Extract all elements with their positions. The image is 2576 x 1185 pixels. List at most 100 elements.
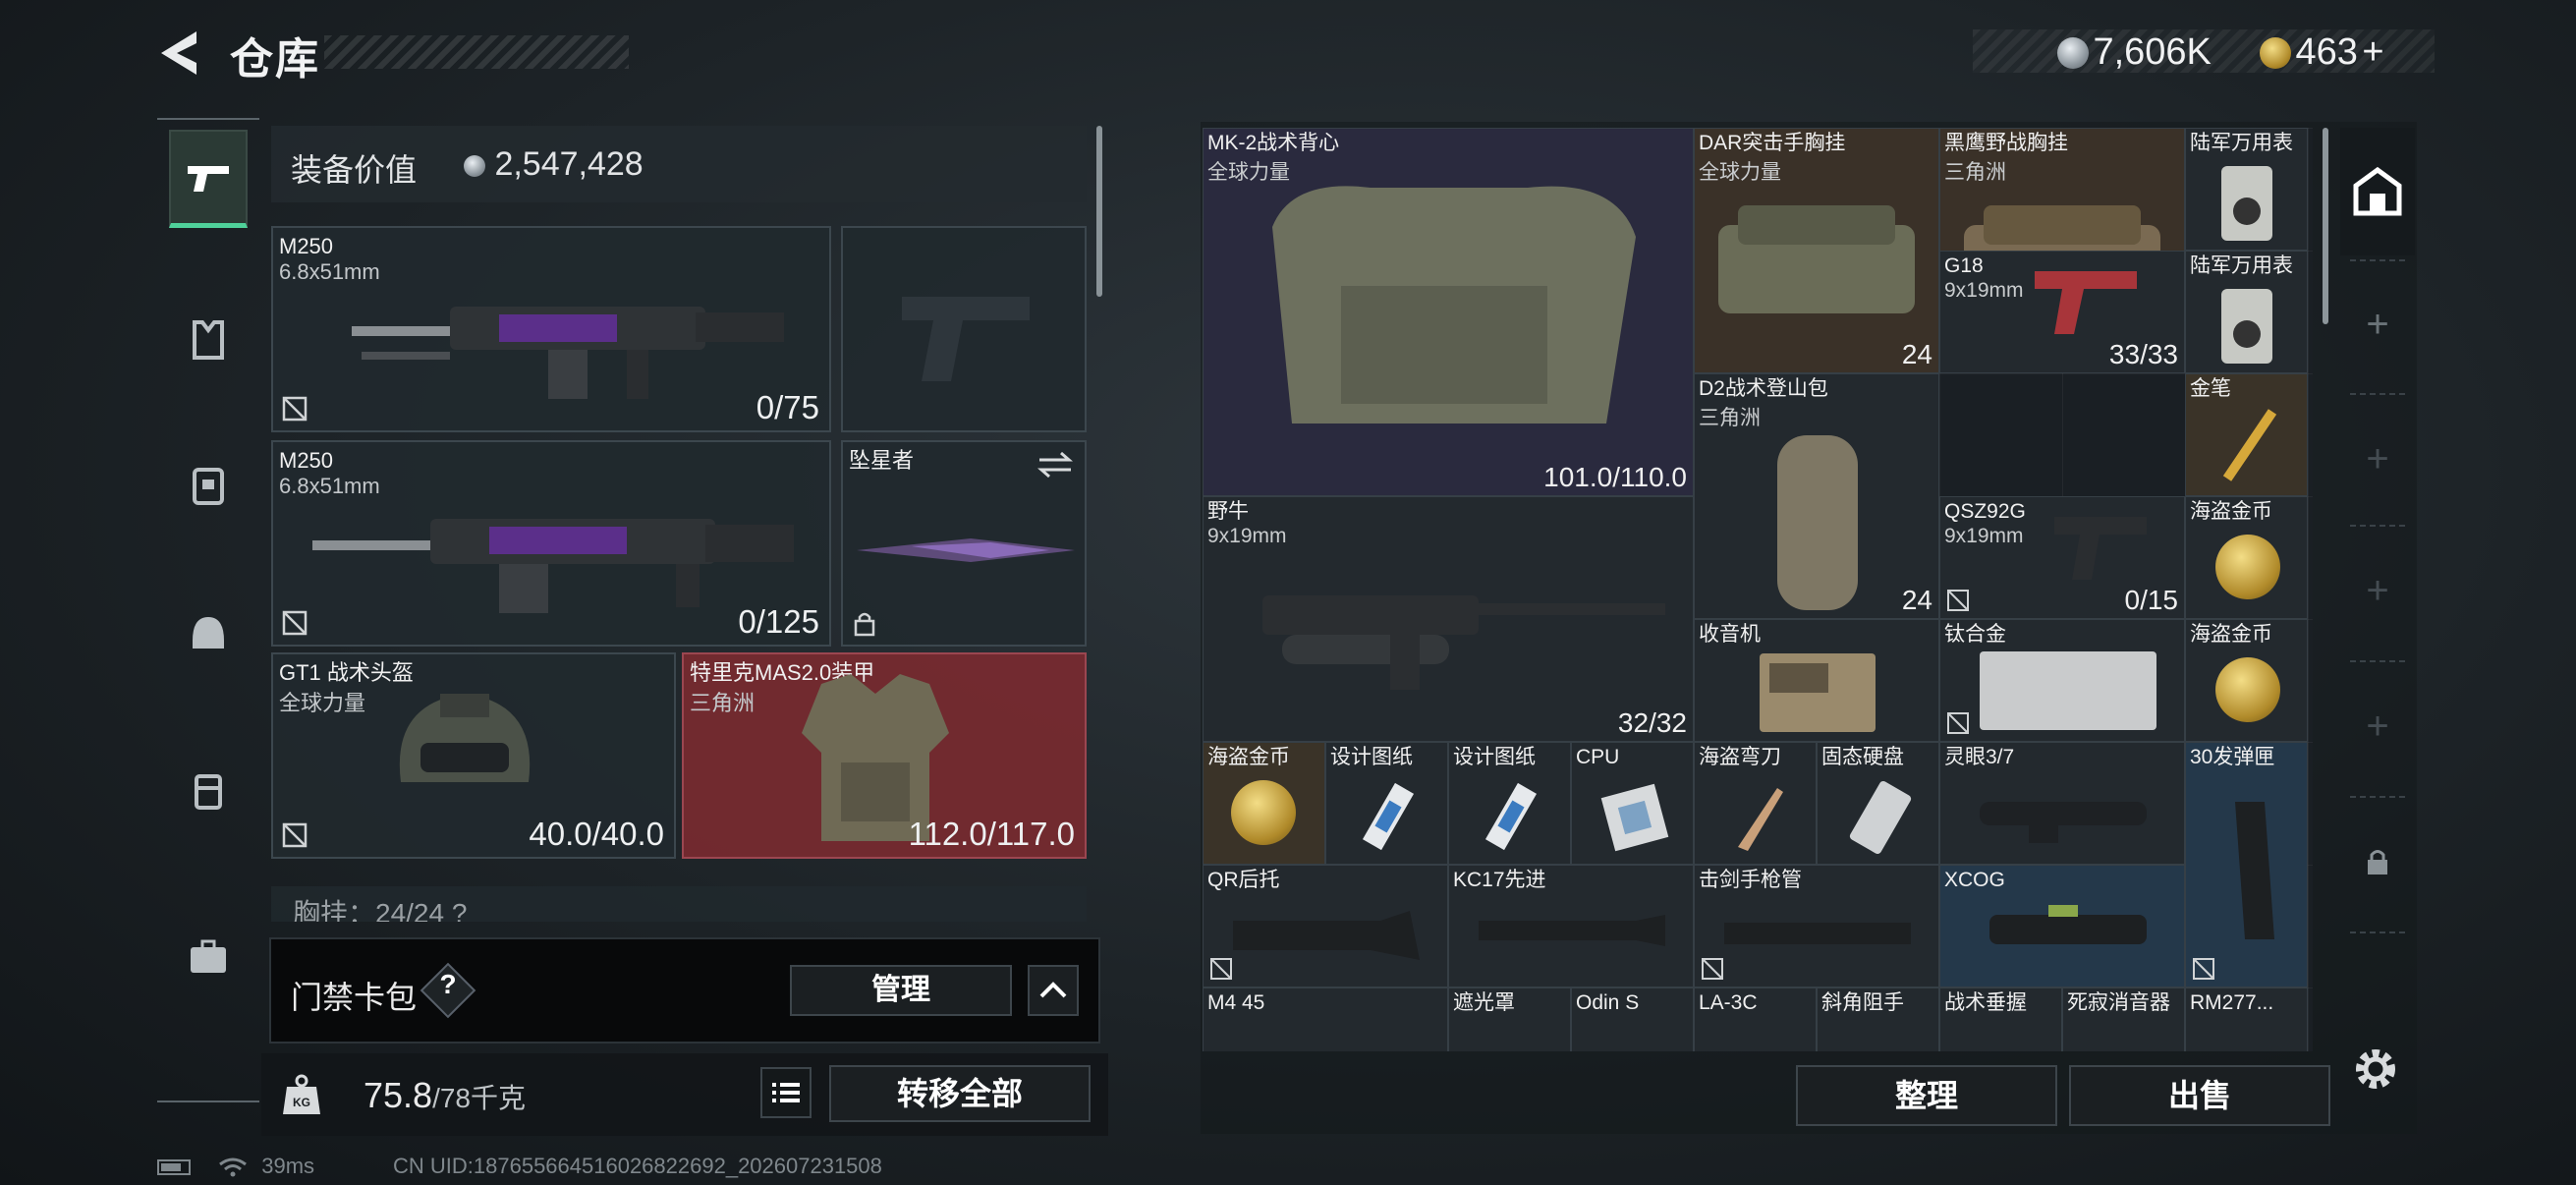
stash-item[interactable]: Odin S — [1571, 988, 1694, 1051]
briefcase-icon — [191, 939, 226, 973]
category-vest[interactable] — [169, 291, 248, 389]
slot-durability: 40.0/40.0 — [529, 816, 664, 852]
list-view-button[interactable] — [760, 1067, 812, 1118]
stash-item[interactable]: 海盗金币 — [2185, 496, 2308, 619]
slot-name: 坠星者 — [849, 448, 915, 473]
gold-coin-image — [2215, 657, 2280, 722]
category-helmet[interactable] — [169, 584, 248, 682]
pistol-icon — [188, 165, 229, 192]
equipment-scrollbar[interactable] — [1096, 126, 1102, 297]
stash-item[interactable]: 金笔 — [2185, 373, 2308, 496]
machine-gun-image — [352, 307, 784, 399]
stash-item[interactable]: 固态硬盘 — [1817, 742, 1939, 865]
stash-item[interactable]: 野牛 9x19mm 32/32 — [1203, 496, 1694, 742]
currency-silver[interactable]: 7,606K — [2057, 31, 2212, 74]
stash-item[interactable]: DAR突击手胸挂 全球力量 24 — [1694, 128, 1939, 373]
stash-item[interactable]: XCOG — [1939, 865, 2185, 988]
stash-item[interactable]: MK-2战术背心 全球力量 101.0/110.0 — [1203, 128, 1694, 496]
stash-item[interactable]: G18 9x19mm 33/33 — [1939, 251, 2185, 373]
network-status: 39ms — [157, 1154, 314, 1179]
stash-item[interactable]: 陆军万用表 — [2185, 128, 2308, 251]
stash-item[interactable]: RM277... — [2185, 988, 2308, 1051]
category-backpack[interactable] — [169, 741, 248, 839]
scope-image — [1980, 802, 2147, 843]
pistol-slot[interactable] — [841, 226, 1087, 432]
warehouse-icon — [2353, 166, 2402, 216]
helmet-slot[interactable]: GT1 战术头盔 全球力量 40.0/40.0 — [271, 652, 676, 859]
battery-icon — [157, 1159, 191, 1176]
primary-weapon-slot[interactable]: M250 6.8x51mm 0/75 — [271, 226, 831, 432]
stash-item[interactable]: QSZ92G 9x19mm 0/15 — [1939, 496, 2185, 619]
stash-item[interactable]: 30发弹匣 — [2185, 742, 2308, 988]
backpack-image — [1777, 435, 1858, 610]
knife-image — [857, 538, 1075, 562]
transfer-all-button[interactable]: 转移全部 — [829, 1065, 1091, 1122]
sell-button[interactable]: 出售 — [2069, 1065, 2330, 1126]
slot-name: M250 — [279, 448, 334, 473]
gold-coin-icon — [2260, 36, 2291, 69]
vest-icon — [193, 320, 224, 360]
stash-item[interactable]: QR后托 — [1203, 865, 1448, 988]
stock-image — [1233, 911, 1420, 960]
body-armor-slot[interactable]: 特里克MAS2.0装甲 三角洲 112.0/117.0 — [682, 652, 1087, 859]
page-title: 仓库 — [230, 35, 320, 84]
equipment-value-label: 装备价值 — [291, 152, 418, 188]
stash-item[interactable]: 战术垂握 — [1939, 988, 2062, 1051]
stash-item[interactable]: 陆军万用表 — [2185, 251, 2308, 373]
weight-max: /78千克 — [432, 1083, 527, 1113]
add-gold-button[interactable]: + — [2362, 31, 2383, 73]
secondary-weapon-slot[interactable]: M250 6.8x51mm 0/125 — [271, 440, 831, 647]
stash-page-rail: + + + + — [2340, 122, 2415, 1134]
category-weapons[interactable] — [169, 130, 248, 228]
stash-item[interactable]: 设计图纸 — [1325, 742, 1448, 865]
weight-kg-icon: KG — [283, 1074, 320, 1114]
stash-item[interactable]: 遮光罩 — [1448, 988, 1571, 1051]
locked-stash-page[interactable] — [2340, 800, 2415, 924]
stash-scrollbar[interactable] — [2323, 128, 2328, 324]
stash-item[interactable]: 收音机 — [1694, 619, 1939, 742]
sort-button[interactable]: 整理 — [1796, 1065, 2057, 1126]
settings-button[interactable] — [2350, 1044, 2401, 1095]
stash-item[interactable]: CPU — [1571, 742, 1694, 865]
insured-mark-icon — [1210, 958, 1232, 980]
add-stash-page[interactable]: + — [2340, 664, 2415, 788]
collapse-button[interactable] — [1028, 965, 1079, 1016]
stash-item[interactable]: 海盗金币 — [2185, 619, 2308, 742]
add-stash-page[interactable]: + — [2340, 397, 2415, 521]
add-stash-page[interactable]: + — [2340, 529, 2415, 652]
plus-icon: + — [2366, 704, 2389, 748]
chevron-up-icon — [1039, 982, 1067, 998]
barrel-image — [1724, 923, 1911, 944]
stash-item[interactable]: 海盗金币 — [1203, 742, 1325, 865]
ssd-image — [1849, 781, 1912, 854]
stash-item[interactable]: LA-3C — [1694, 988, 1817, 1051]
stash-item[interactable]: 灵眼3/7 — [1939, 742, 2185, 865]
stash-item[interactable]: 钛合金 — [1939, 619, 2185, 742]
manage-button[interactable]: 管理 — [790, 965, 1012, 1016]
silver-coin-icon — [464, 155, 485, 178]
back-button[interactable] — [155, 28, 204, 79]
smg-image — [1262, 595, 1665, 690]
swap-icon[interactable] — [1036, 450, 1075, 480]
stash-item[interactable]: 斜角阻手 — [1817, 988, 1939, 1051]
backpack-icon — [195, 774, 222, 810]
stash-item[interactable]: M4 45 — [1203, 988, 1448, 1051]
stash-item[interactable]: KC17先进 — [1448, 865, 1694, 988]
stash-item[interactable]: 死寂消音器 — [2062, 988, 2185, 1051]
insured-mark-icon — [1702, 958, 1723, 980]
stash-item[interactable]: 设计图纸 — [1448, 742, 1571, 865]
stash-item[interactable]: D2战术登山包 三角洲 24 — [1694, 373, 1939, 619]
plus-icon: + — [2366, 568, 2389, 612]
add-stash-page[interactable]: + — [2340, 265, 2415, 383]
chest-rig-row[interactable]: 胸挂：24/24 ? — [271, 886, 1087, 922]
category-armor[interactable] — [169, 436, 248, 535]
stash-item[interactable]: 海盗弯刀 — [1694, 742, 1817, 865]
stash-page-main[interactable] — [2340, 128, 2415, 255]
wifi-icon — [219, 1157, 248, 1177]
slot-brand: 全球力量 — [279, 691, 366, 715]
stash-item[interactable]: 击剑手枪管 — [1694, 865, 1939, 988]
titanium-image — [1980, 651, 2156, 730]
melee-slot[interactable]: 坠星者 — [841, 440, 1087, 647]
category-case[interactable] — [169, 908, 248, 1006]
currency-gold[interactable]: 463 + — [2260, 31, 2384, 74]
